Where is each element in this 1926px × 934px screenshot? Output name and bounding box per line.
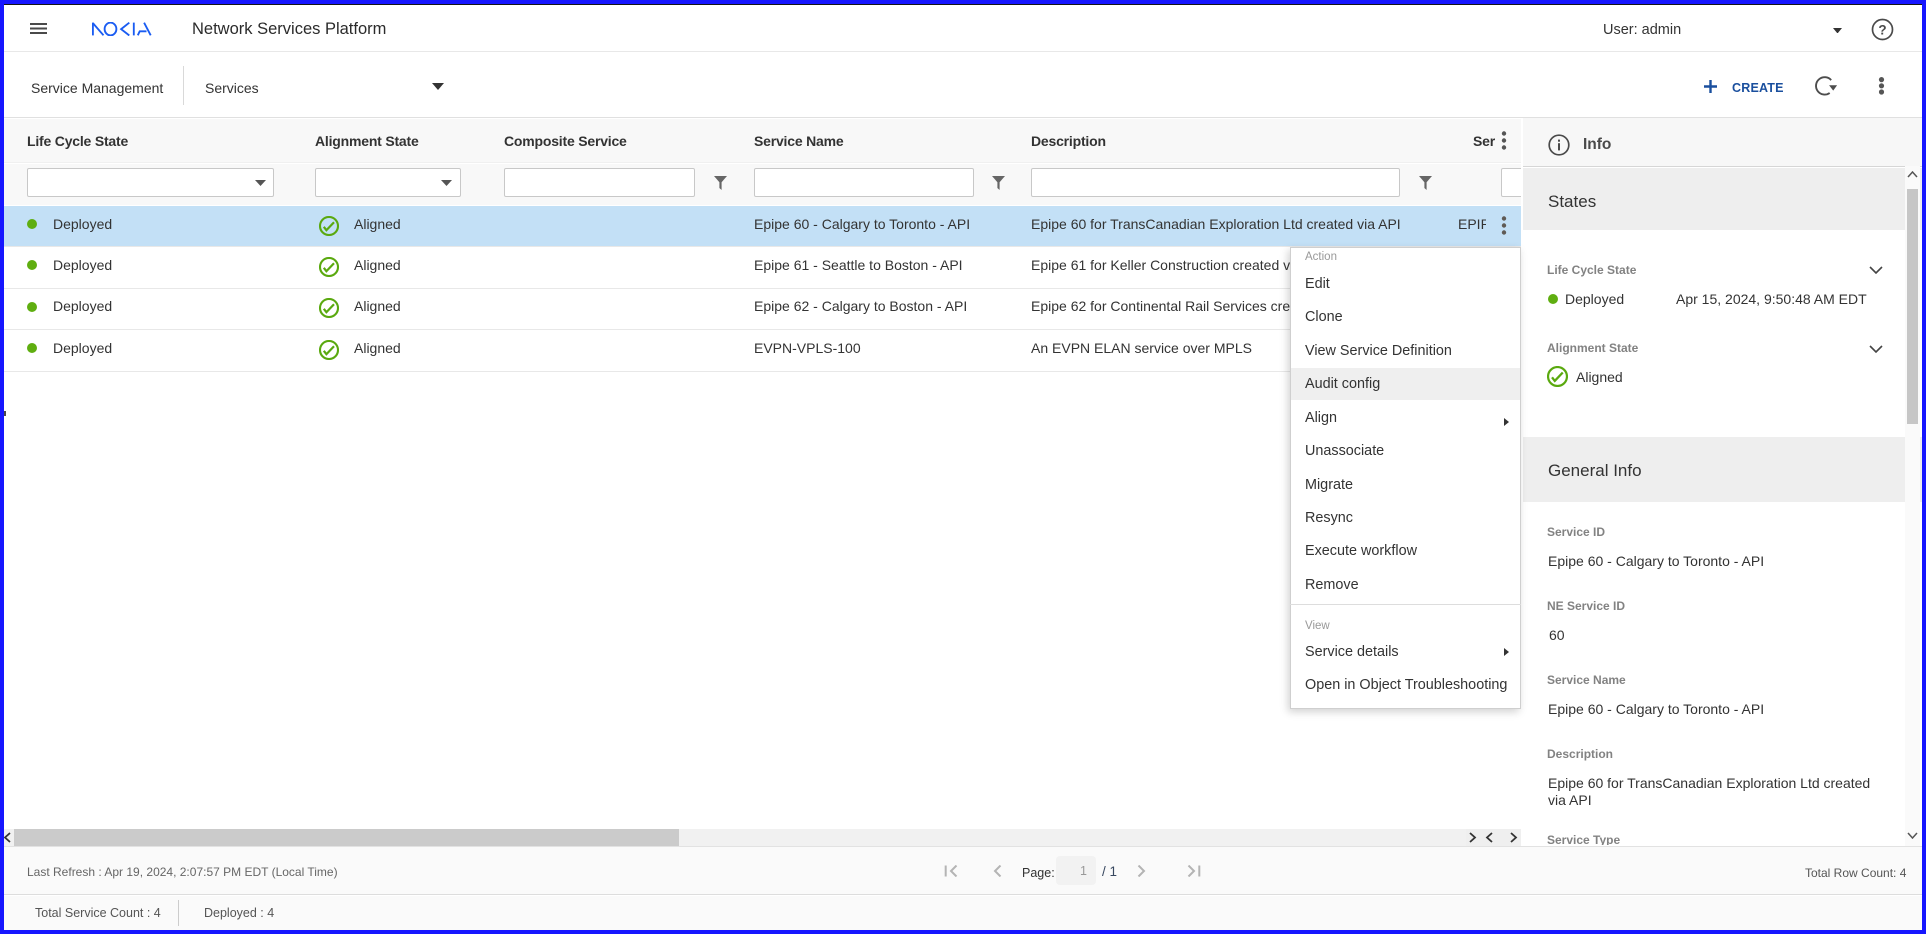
svg-text:?: ? bbox=[1878, 22, 1886, 37]
